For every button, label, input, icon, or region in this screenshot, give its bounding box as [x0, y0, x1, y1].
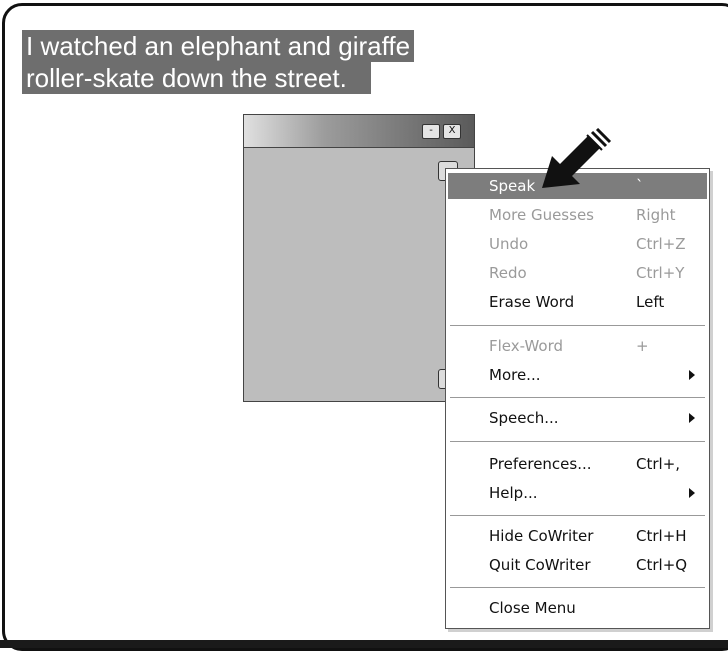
menu-item-erase-word[interactable]: Erase Word Left: [448, 289, 707, 315]
window-titlebar[interactable]: - X: [244, 115, 474, 148]
menu-item-preferences[interactable]: Preferences... Ctrl+,: [448, 451, 707, 477]
menu-item-speech[interactable]: Speech...: [448, 405, 707, 431]
menu-item-shortcut: `: [636, 177, 644, 195]
text-line-1: I watched an elephant and giraffe: [22, 30, 415, 62]
pointer-arrow-icon: [542, 128, 612, 188]
menu-item-flex-word[interactable]: Flex-Word +: [448, 333, 707, 359]
submenu-arrow-icon: [689, 370, 695, 380]
submenu-arrow-icon: [689, 488, 695, 498]
menu-item-label: Redo: [489, 264, 527, 282]
submenu-arrow-icon: [689, 413, 695, 423]
menu-separator: [450, 441, 705, 442]
bottom-border: [0, 640, 728, 648]
document-text: I watched an elephant and giraffe roller…: [22, 30, 415, 94]
menu-item-label: Close Menu: [489, 599, 576, 617]
menu-item-quit-cowriter[interactable]: Quit CoWriter Ctrl+Q: [448, 552, 707, 578]
menu-item-label: Erase Word: [489, 293, 575, 311]
cowriter-window: - X: [243, 114, 475, 402]
menu-item-label: Speech...: [489, 409, 559, 427]
menu-item-shortcut: Left: [636, 293, 665, 311]
menu-item-redo[interactable]: Redo Ctrl+Y: [448, 260, 707, 286]
menu-item-label: Preferences...: [489, 455, 592, 473]
menu-separator: [450, 515, 705, 516]
menu-item-more[interactable]: More...: [448, 362, 707, 388]
menu-item-label: Undo: [489, 235, 529, 253]
menu-item-shortcut: Ctrl+Q: [636, 556, 688, 574]
menu-item-shortcut: +: [636, 337, 649, 355]
context-menu: Speak ` More Guesses Right Undo Ctrl+Z R…: [445, 168, 710, 629]
menu-item-shortcut: Ctrl+H: [636, 527, 687, 545]
menu-item-shortcut: Right: [636, 206, 676, 224]
menu-item-hide-cowriter[interactable]: Hide CoWriter Ctrl+H: [448, 523, 707, 549]
minimize-button[interactable]: -: [422, 124, 440, 139]
menu-item-label: Hide CoWriter: [489, 527, 594, 545]
close-button[interactable]: X: [443, 124, 461, 139]
menu-item-label: More...: [489, 366, 541, 384]
menu-separator: [450, 397, 705, 398]
menu-item-label: Help...: [489, 484, 538, 502]
menu-item-shortcut: Ctrl+Y: [636, 264, 685, 282]
menu-item-undo[interactable]: Undo Ctrl+Z: [448, 231, 707, 257]
menu-item-shortcut: Ctrl+Z: [636, 235, 686, 253]
menu-item-label: Quit CoWriter: [489, 556, 591, 574]
menu-item-more-guesses[interactable]: More Guesses Right: [448, 202, 707, 228]
menu-item-close-menu[interactable]: Close Menu: [448, 595, 707, 621]
menu-item-shortcut: Ctrl+,: [636, 455, 681, 473]
menu-item-label: Speak: [489, 177, 536, 195]
menu-item-help[interactable]: Help...: [448, 480, 707, 506]
menu-separator: [450, 325, 705, 326]
text-line-2: roller-skate down the street.: [22, 62, 371, 94]
menu-item-label: Flex-Word: [489, 337, 563, 355]
menu-separator: [450, 587, 705, 588]
menu-item-label: More Guesses: [489, 206, 594, 224]
